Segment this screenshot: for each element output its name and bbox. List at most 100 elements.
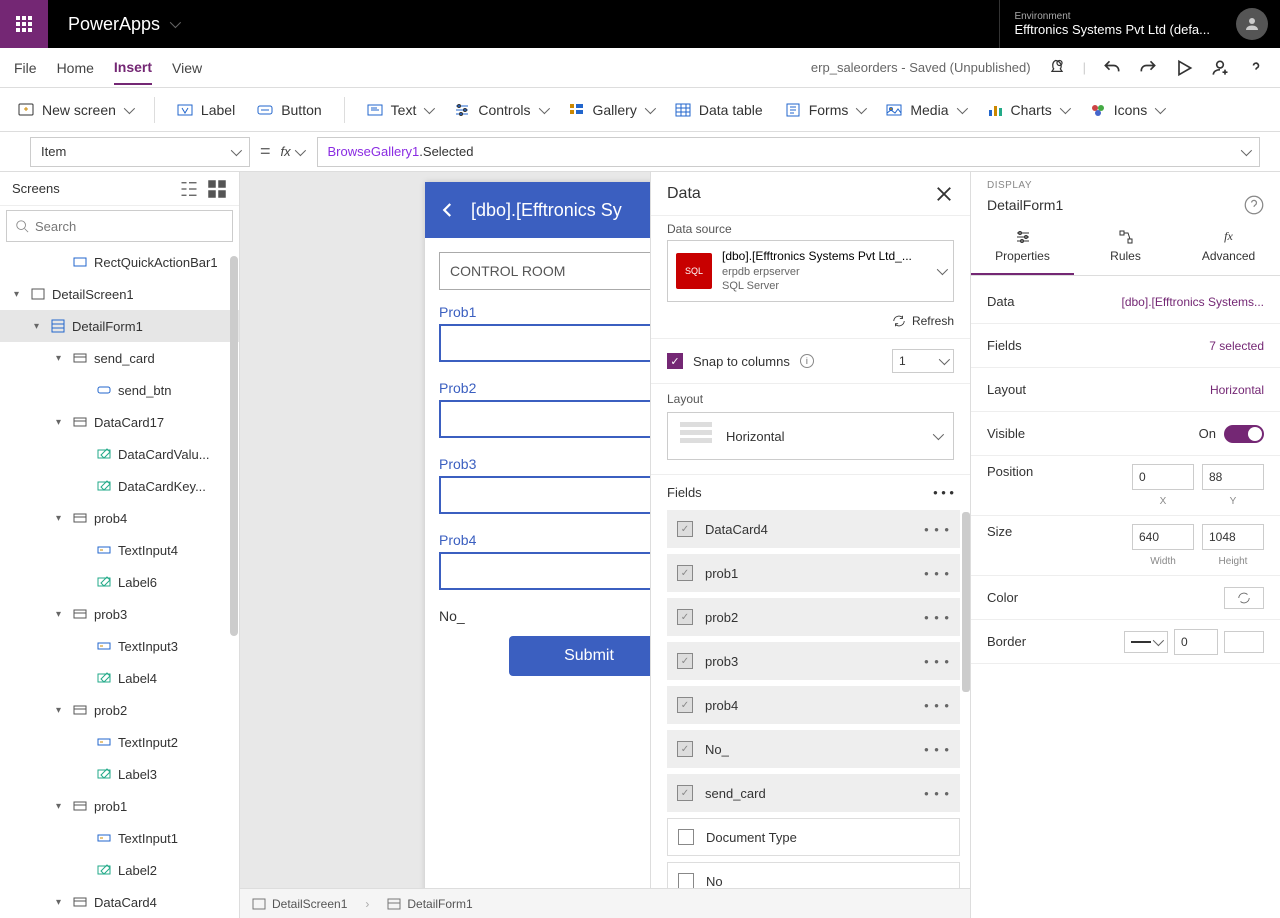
chevron-down-icon[interactable] — [937, 264, 948, 275]
field-more-icon[interactable]: • • • — [924, 610, 950, 625]
forms-button[interactable]: Forms — [785, 102, 865, 118]
tree-node[interactable]: Label6 — [0, 566, 239, 598]
field-more-icon[interactable]: • • • — [924, 654, 950, 669]
field-more-icon[interactable]: • • • — [924, 566, 950, 581]
tree-node[interactable]: ▾DataCard17 — [0, 406, 239, 438]
tree-node[interactable]: send_btn — [0, 374, 239, 406]
gallery-button[interactable]: Gallery — [569, 102, 653, 118]
prop-visible[interactable]: Visible On — [971, 412, 1280, 456]
new-screen-button[interactable]: New screen — [18, 102, 132, 118]
tree-node[interactable]: Label2 — [0, 854, 239, 886]
tree-node[interactable]: Label3 — [0, 758, 239, 790]
tree-node[interactable]: ▾DataCard4 — [0, 886, 239, 918]
field-checkbox[interactable]: ✓ — [677, 609, 693, 625]
field-item[interactable]: ✓prob3• • • — [667, 642, 960, 680]
breadcrumb-detailform[interactable]: DetailForm1 — [387, 897, 472, 911]
icons-button[interactable]: Icons — [1090, 102, 1163, 118]
avatar[interactable] — [1236, 8, 1268, 40]
tree-node[interactable]: TextInput1 — [0, 822, 239, 854]
formula-input[interactable]: BrowseGallery1.Selected — [317, 137, 1260, 167]
field-item[interactable]: ✓prob1• • • — [667, 554, 960, 592]
field-item[interactable]: ✓No_• • • — [667, 730, 960, 768]
tree-view-icon[interactable] — [179, 179, 199, 199]
tree-node[interactable]: DataCardValu... — [0, 438, 239, 470]
border-color-picker[interactable] — [1224, 631, 1264, 653]
layout-select[interactable]: Horizontal — [667, 412, 954, 460]
border-style-select[interactable] — [1124, 631, 1168, 653]
label-button[interactable]: Label — [177, 102, 235, 118]
charts-button[interactable]: Charts — [987, 102, 1068, 118]
menu-file[interactable]: File — [14, 52, 37, 84]
menu-insert[interactable]: Insert — [114, 51, 152, 85]
text-button[interactable]: Text — [367, 102, 433, 118]
tree-node[interactable]: ▾send_card — [0, 342, 239, 374]
media-button[interactable]: Media — [886, 102, 964, 118]
undo-icon[interactable] — [1102, 58, 1122, 78]
field-more-icon[interactable]: • • • — [924, 742, 950, 757]
menu-home[interactable]: Home — [57, 52, 94, 84]
field-checkbox[interactable] — [678, 873, 694, 888]
property-selector[interactable]: Item — [30, 137, 250, 167]
info-icon[interactable]: i — [800, 354, 814, 368]
scrollbar-thumb[interactable] — [230, 256, 238, 636]
width-input[interactable]: 640 — [1132, 524, 1194, 550]
refresh-button[interactable]: Refresh — [651, 310, 970, 339]
border-width-input[interactable]: 0 — [1174, 629, 1218, 655]
prop-fields[interactable]: Fields 7 selected — [971, 324, 1280, 368]
datasource-card[interactable]: SQL [dbo].[Efftronics Systems Pvt Ltd_..… — [667, 240, 954, 302]
pos-y-input[interactable]: 88 — [1202, 464, 1264, 490]
tree-node[interactable]: ▾prob3 — [0, 598, 239, 630]
share-icon[interactable] — [1210, 58, 1230, 78]
app-launcher-icon[interactable] — [0, 0, 48, 48]
tree-node[interactable]: ▾DetailScreen1 — [0, 278, 239, 310]
app-name[interactable]: PowerApps — [48, 14, 198, 35]
tree-node[interactable]: TextInput3 — [0, 630, 239, 662]
color-picker[interactable] — [1224, 587, 1264, 609]
scrollbar-thumb[interactable] — [962, 512, 970, 692]
play-icon[interactable] — [1174, 58, 1194, 78]
snap-checkbox[interactable]: ✓ — [667, 353, 683, 369]
tree-node[interactable]: ▾prob1 — [0, 790, 239, 822]
tree-node[interactable]: TextInput2 — [0, 726, 239, 758]
pos-x-input[interactable]: 0 — [1132, 464, 1194, 490]
fields-more-icon[interactable]: • • • — [933, 485, 954, 500]
field-checkbox[interactable]: ✓ — [677, 653, 693, 669]
field-checkbox[interactable]: ✓ — [677, 521, 693, 537]
field-item[interactable]: Document Type — [667, 818, 960, 856]
breadcrumb-detailscreen[interactable]: DetailScreen1 — [252, 897, 347, 911]
tree-node[interactable]: ▾prob2 — [0, 694, 239, 726]
close-icon[interactable] — [934, 184, 954, 204]
prop-border[interactable]: Border 0 — [971, 620, 1280, 664]
prop-color[interactable]: Color — [971, 576, 1280, 620]
tree-node[interactable]: TextInput4 — [0, 534, 239, 566]
field-item[interactable]: ✓prob4• • • — [667, 686, 960, 724]
field-item[interactable]: ✓prob2• • • — [667, 598, 960, 636]
prop-layout[interactable]: Layout Horizontal — [971, 368, 1280, 412]
field-item[interactable]: ✓DataCard4• • • — [667, 510, 960, 548]
field-more-icon[interactable]: • • • — [924, 522, 950, 537]
snap-columns-select[interactable]: 1 — [892, 349, 954, 373]
tree-node[interactable]: RectQuickActionBar1 — [0, 246, 239, 278]
submit-button[interactable]: Submit — [509, 636, 669, 676]
field-checkbox[interactable]: ✓ — [677, 741, 693, 757]
menu-view[interactable]: View — [172, 52, 202, 84]
field-checkbox[interactable] — [678, 829, 694, 845]
field-checkbox[interactable]: ✓ — [677, 785, 693, 801]
thumbnail-view-icon[interactable] — [207, 179, 227, 199]
datatable-button[interactable]: Data table — [675, 102, 763, 118]
visible-toggle[interactable] — [1224, 425, 1264, 443]
redo-icon[interactable] — [1138, 58, 1158, 78]
height-input[interactable]: 1048 — [1202, 524, 1264, 550]
tab-properties[interactable]: Properties — [971, 221, 1074, 275]
controls-button[interactable]: Controls — [454, 102, 546, 118]
tree-node[interactable]: Label4 — [0, 662, 239, 694]
search-input[interactable]: Search — [6, 210, 233, 242]
tab-advanced[interactable]: fx Advanced — [1177, 221, 1280, 275]
environment-picker[interactable]: Environment Efftronics Systems Pvt Ltd (… — [999, 0, 1224, 48]
back-arrow-icon[interactable] — [439, 201, 457, 219]
field-checkbox[interactable]: ✓ — [677, 565, 693, 581]
fx-icon[interactable]: fx — [281, 144, 311, 159]
button-button[interactable]: Button — [257, 102, 321, 118]
field-item[interactable]: No — [667, 862, 960, 888]
prop-data[interactable]: Data [dbo].[Efftronics Systems... — [971, 280, 1280, 324]
